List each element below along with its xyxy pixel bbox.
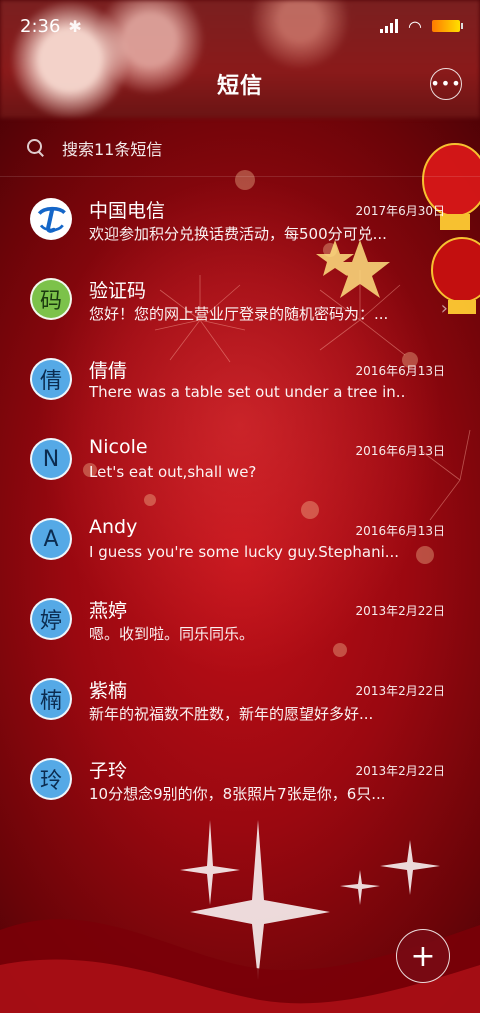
- contact-name: 倩倩: [89, 360, 128, 382]
- status-bar: 2:36 ✱ ◠: [0, 0, 480, 52]
- message-list: 中国电信 2017年6月30日 欢迎参加积分兑换话费活动，每500分可兑... …: [0, 180, 480, 820]
- message-preview: 新年的祝福数不胜数，新年的愿望好多好...: [89, 705, 374, 723]
- contact-name: 验证码: [89, 280, 147, 302]
- telecom-logo-icon: [30, 198, 72, 240]
- message-preview: Let's eat out,shall we?: [89, 463, 257, 481]
- message-preview: 欢迎参加积分兑换话费活动，每500分可兑...: [89, 225, 387, 243]
- more-icon: •••: [430, 74, 462, 93]
- page-title: 短信: [216, 74, 263, 99]
- message-preview: 您好！您的网上营业厅登录的随机密码为：...: [89, 305, 389, 323]
- contact-name: Andy: [89, 516, 138, 538]
- avatar: N: [30, 438, 72, 480]
- avatar: 婷: [30, 598, 72, 640]
- message-preview: There was a table set out under a tree i…: [89, 383, 407, 401]
- contact-name: 紫楠: [89, 680, 128, 702]
- new-message-button[interactable]: +: [396, 929, 450, 983]
- message-preview: 嗯。收到啦。同乐同乐。: [89, 625, 255, 643]
- search-bar[interactable]: 搜索11条短信: [26, 128, 456, 168]
- contact-name: Nicole: [89, 436, 148, 458]
- message-item[interactable]: 码 验证码 › 您好！您的网上营业厅登录的随机密码为：...: [0, 260, 480, 340]
- message-item[interactable]: 婷 燕婷 2013年2月22日 嗯。收到啦。同乐同乐。: [0, 580, 480, 660]
- contact-name: 中国电信: [89, 200, 166, 222]
- plus-icon: +: [410, 938, 436, 974]
- search-input[interactable]: 搜索11条短信: [62, 136, 162, 160]
- chevron-right-icon: ›: [440, 298, 448, 319]
- battery-icon: [432, 20, 463, 32]
- message-item[interactable]: 倩 倩倩 2016年6月13日 There was a table set ou…: [0, 340, 480, 420]
- message-date: 2016年6月13日: [355, 524, 445, 538]
- message-item[interactable]: 楠 紫楠 2013年2月22日 新年的祝福数不胜数，新年的愿望好多好...: [0, 660, 480, 740]
- status-time: 2:36: [20, 15, 61, 37]
- message-date: 2013年2月22日: [355, 684, 445, 698]
- avatar: 倩: [30, 358, 72, 400]
- wifi-icon: ◠: [408, 16, 422, 36]
- avatar: A: [30, 518, 72, 560]
- contact-name: 燕婷: [89, 600, 128, 622]
- telecom-logo-graphic: [32, 200, 70, 238]
- signal-icon: [380, 19, 399, 33]
- bluetooth-icon: ✱: [68, 16, 82, 36]
- title-bar: 短信 •••: [0, 62, 480, 106]
- message-date: 2016年6月13日: [355, 364, 445, 378]
- divider: [0, 176, 480, 177]
- message-preview: I guess you're some lucky guy.Stephani..…: [89, 543, 400, 561]
- message-date: 2016年6月13日: [355, 444, 445, 458]
- message-preview: 10分想念9别的你，8张照片7张是你，6只...: [89, 785, 386, 803]
- message-date: 2017年6月30日: [355, 204, 445, 218]
- message-date: 2013年2月22日: [355, 764, 445, 778]
- message-item[interactable]: N Nicole 2016年6月13日 Let's eat out,shall …: [0, 420, 480, 500]
- contact-name: 子玲: [89, 760, 128, 782]
- avatar: 楠: [30, 678, 72, 720]
- message-item[interactable]: 玲 子玲 2013年2月22日 10分想念9别的你，8张照片7张是你，6只...: [0, 740, 480, 820]
- message-date: 2013年2月22日: [355, 604, 445, 618]
- search-icon: [26, 138, 46, 158]
- avatar: 码: [30, 278, 72, 320]
- message-item[interactable]: A Andy 2016年6月13日 I guess you're some lu…: [0, 500, 480, 580]
- more-options-button[interactable]: •••: [430, 68, 462, 100]
- status-icons: ◠: [380, 16, 463, 36]
- avatar: 玲: [30, 758, 72, 800]
- message-item[interactable]: 中国电信 2017年6月30日 欢迎参加积分兑换话费活动，每500分可兑...: [0, 180, 480, 260]
